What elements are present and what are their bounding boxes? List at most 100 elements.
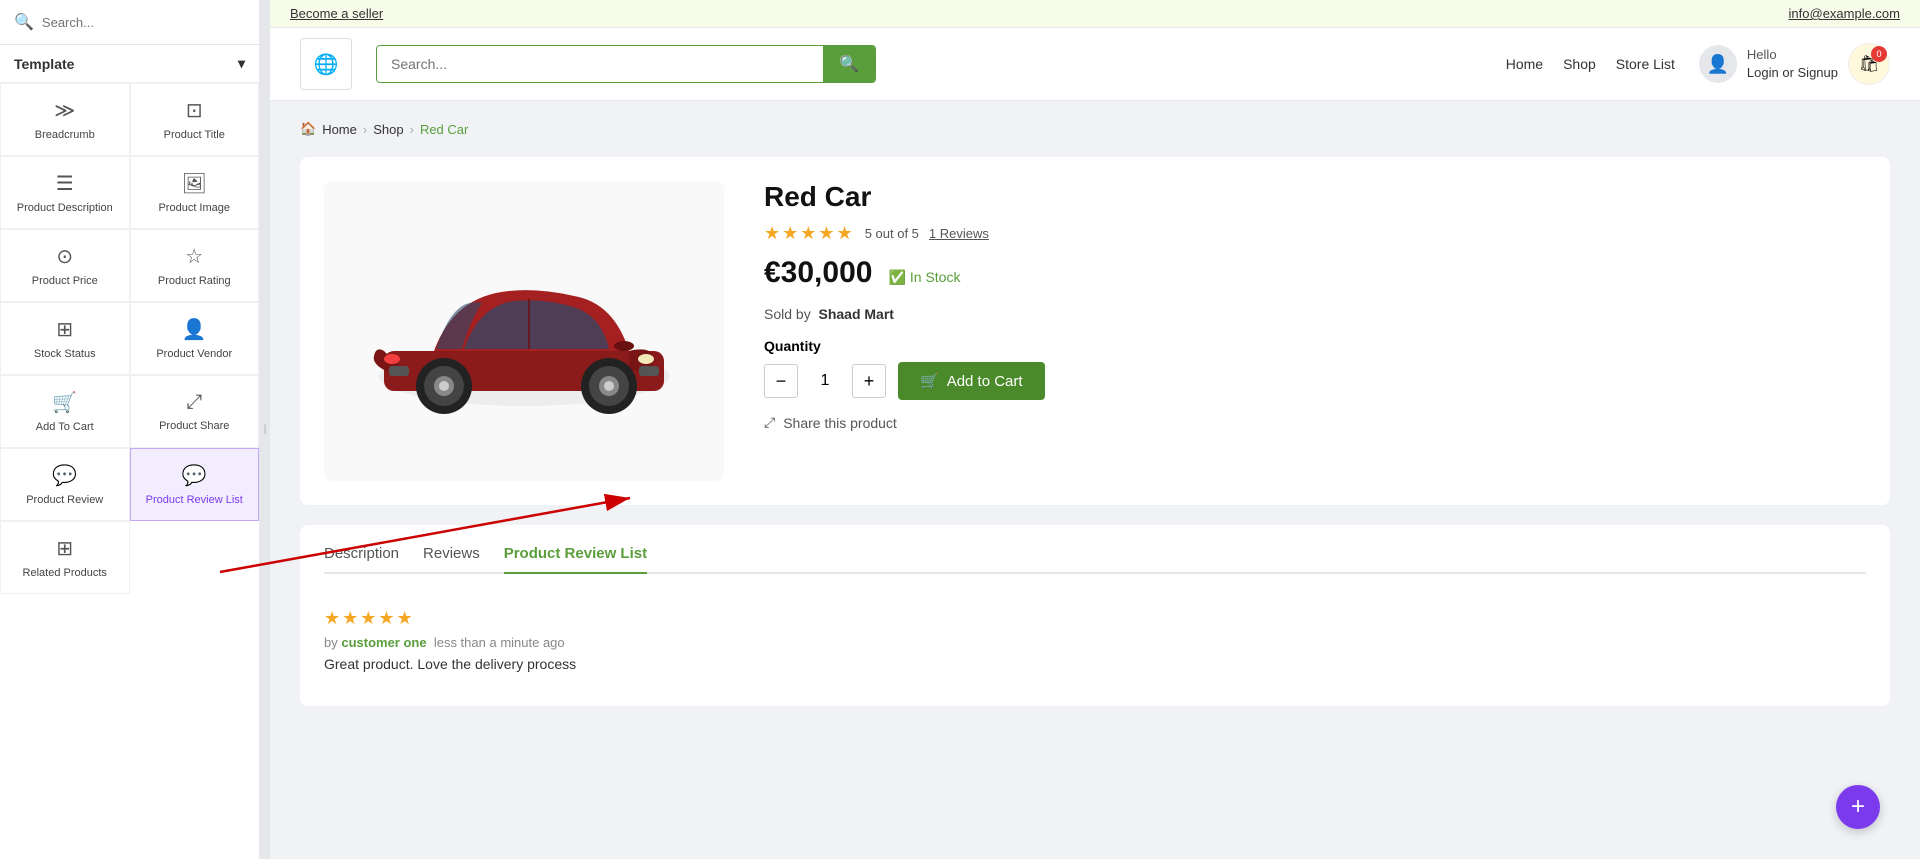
navbar: 🌐 🔍 Home Shop Store List 👤 Hello Login or …: [270, 28, 1920, 101]
in-stock-label: In Stock: [910, 269, 961, 285]
cart-badge: 0: [1871, 46, 1887, 62]
tab-description[interactable]: Description: [324, 545, 399, 574]
tabs-section: Description Reviews Product Review List ★★…: [300, 525, 1890, 706]
product-title: Red Car: [764, 181, 1866, 213]
page-content: 🏠 Home › Shop › Red Car: [270, 101, 1920, 859]
avatar: 👤: [1699, 45, 1737, 83]
cart-icon-wrap[interactable]: 🛍 0: [1848, 43, 1890, 85]
sidebar-icon-product-image: 🖼: [182, 171, 207, 196]
sidebar-label-product-review: Product Review: [26, 494, 103, 506]
sidebar-search-area[interactable]: 🔍: [0, 0, 259, 45]
breadcrumb-current: Red Car: [420, 122, 468, 137]
search-bar[interactable]: 🔍: [376, 45, 876, 83]
nav-link-store-list[interactable]: Store List: [1616, 56, 1675, 72]
rating-value: 5 out of 5: [865, 226, 919, 241]
logo-icon: 🌐: [314, 52, 339, 77]
search-button[interactable]: 🔍: [823, 46, 875, 82]
sidebar-label-product-image: Product Image: [158, 202, 230, 214]
sidebar-icon-breadcrumb: ≫: [54, 98, 75, 123]
product-rating-row: ★★★★★ 5 out of 5 1 Reviews: [764, 223, 1866, 244]
reviews-count-link[interactable]: 1 Reviews: [929, 226, 989, 241]
sidebar-icon-product-price: ⊙: [56, 244, 73, 269]
product-info: Red Car ★★★★★ 5 out of 5 1 Reviews €30,0…: [764, 181, 1866, 481]
sidebar-item-product-rating[interactable]: ☆ Product Rating: [130, 229, 260, 302]
sidebar-label-product-price: Product Price: [32, 275, 98, 287]
user-greeting: Hello: [1747, 46, 1838, 64]
sep2: ›: [410, 122, 414, 137]
sidebar-item-product-review-list[interactable]: 💬 Product Review List: [130, 448, 260, 521]
tab-product-review-list[interactable]: Product Review List: [504, 545, 647, 574]
sidebar-item-breadcrumb[interactable]: ≫ Breadcrumb: [0, 83, 130, 156]
sidebar-icon-product-share: ⤢: [186, 391, 202, 414]
resize-handle[interactable]: |: [260, 0, 270, 859]
sidebar-section-header: Template ▾: [0, 45, 259, 83]
sidebar-label-product-rating: Product Rating: [158, 275, 231, 287]
sidebar-label-product-description: Product Description: [17, 202, 113, 214]
share-product[interactable]: ⤢ Share this product: [764, 414, 1866, 431]
breadcrumb-shop[interactable]: Shop: [373, 122, 403, 137]
sidebar-item-related-products[interactable]: ⊞ Related Products: [0, 521, 130, 594]
become-seller-link[interactable]: Become a seller: [290, 6, 383, 21]
tab-reviews[interactable]: Reviews: [423, 545, 480, 574]
sidebar-item-product-review[interactable]: 💬 Product Review: [0, 448, 130, 521]
section-label: Template: [14, 56, 74, 72]
sidebar-item-product-image[interactable]: 🖼 Product Image: [130, 156, 260, 229]
in-stock-badge: ✅ In Stock: [888, 269, 960, 286]
fab-button[interactable]: +: [1836, 785, 1880, 829]
quantity-value: 1: [810, 372, 840, 390]
sidebar-item-product-title[interactable]: ⊡ Product Title: [130, 83, 260, 156]
review-item: ★★★★★ by customer one less than a minute…: [324, 594, 1866, 686]
add-to-cart-button[interactable]: 🛒 Add to Cart: [898, 362, 1045, 400]
check-icon: ✅: [888, 269, 905, 286]
collapse-icon[interactable]: ▾: [238, 55, 245, 72]
sidebar-label-related-products: Related Products: [23, 567, 107, 579]
sidebar-label-breadcrumb: Breadcrumb: [35, 129, 95, 141]
add-to-cart-label: Add to Cart: [947, 373, 1023, 390]
share-icon: ⤢: [764, 414, 775, 431]
review-meta: by customer one less than a minute ago: [324, 635, 1866, 650]
sold-by-label: Sold by: [764, 306, 811, 322]
product-price: €30,000: [764, 256, 872, 290]
search-input[interactable]: [377, 46, 823, 82]
sidebar-item-product-price[interactable]: ⊙ Product Price: [0, 229, 130, 302]
sold-by: Sold by Shaad Mart: [764, 306, 1866, 322]
vendor-name: Shaad Mart: [818, 306, 893, 322]
nav-link-home[interactable]: Home: [1506, 56, 1543, 72]
product-stars: ★★★★★: [764, 223, 855, 244]
sidebar-label-add-to-cart: Add To Cart: [36, 421, 94, 433]
sidebar-item-product-share[interactable]: ⤢ Product Share: [130, 375, 260, 448]
quantity-row: − 1 + 🛒 Add to Cart: [764, 362, 1866, 400]
home-icon: 🏠: [300, 121, 316, 137]
sidebar-icon-product-review-list: 💬: [182, 463, 207, 488]
sidebar-icon-product-review: 💬: [52, 463, 77, 488]
nav-links: Home Shop Store List: [1506, 56, 1675, 72]
breadcrumb-home[interactable]: Home: [322, 122, 357, 137]
login-signup-link[interactable]: Login or Signup: [1747, 65, 1838, 80]
sidebar-label-product-review-list: Product Review List: [146, 494, 243, 506]
quantity-minus-button[interactable]: −: [764, 364, 798, 398]
logo[interactable]: 🌐: [300, 38, 352, 90]
sidebar-item-product-description[interactable]: ☰ Product Description: [0, 156, 130, 229]
sidebar: 🔍 Template ▾ ≫ Breadcrumb ⊡ Product Titl…: [0, 0, 260, 859]
user-area: 👤 Hello Login or Signup 🛍 0: [1699, 43, 1890, 85]
sidebar-icon-product-vendor: 👤: [182, 317, 207, 342]
nav-link-shop[interactable]: Shop: [1563, 56, 1596, 72]
quantity-plus-button[interactable]: +: [852, 364, 886, 398]
sidebar-label-stock-status: Stock Status: [34, 348, 96, 360]
sidebar-item-add-to-cart[interactable]: 🛒 Add To Cart: [0, 375, 130, 448]
quantity-label: Quantity: [764, 338, 1866, 354]
sidebar-search-input[interactable]: [42, 15, 245, 30]
sidebar-item-stock-status[interactable]: ⊞ Stock Status: [0, 302, 130, 375]
sidebar-icon-product-rating: ☆: [185, 244, 203, 269]
car-image-svg: [354, 231, 694, 431]
product-image-wrap: [324, 181, 724, 481]
sep1: ›: [363, 122, 367, 137]
sidebar-item-product-vendor[interactable]: 👤 Product Vendor: [130, 302, 260, 375]
sidebar-icon-product-description: ☰: [56, 171, 74, 196]
contact-email-link[interactable]: info@example.com: [1789, 6, 1900, 21]
sidebar-icon-related-products: ⊞: [56, 536, 73, 561]
sidebar-label-product-vendor: Product Vendor: [156, 348, 232, 360]
product-image: [344, 201, 704, 461]
product-area: Red Car ★★★★★ 5 out of 5 1 Reviews €30,0…: [300, 157, 1890, 505]
sidebar-label-product-share: Product Share: [159, 420, 229, 432]
